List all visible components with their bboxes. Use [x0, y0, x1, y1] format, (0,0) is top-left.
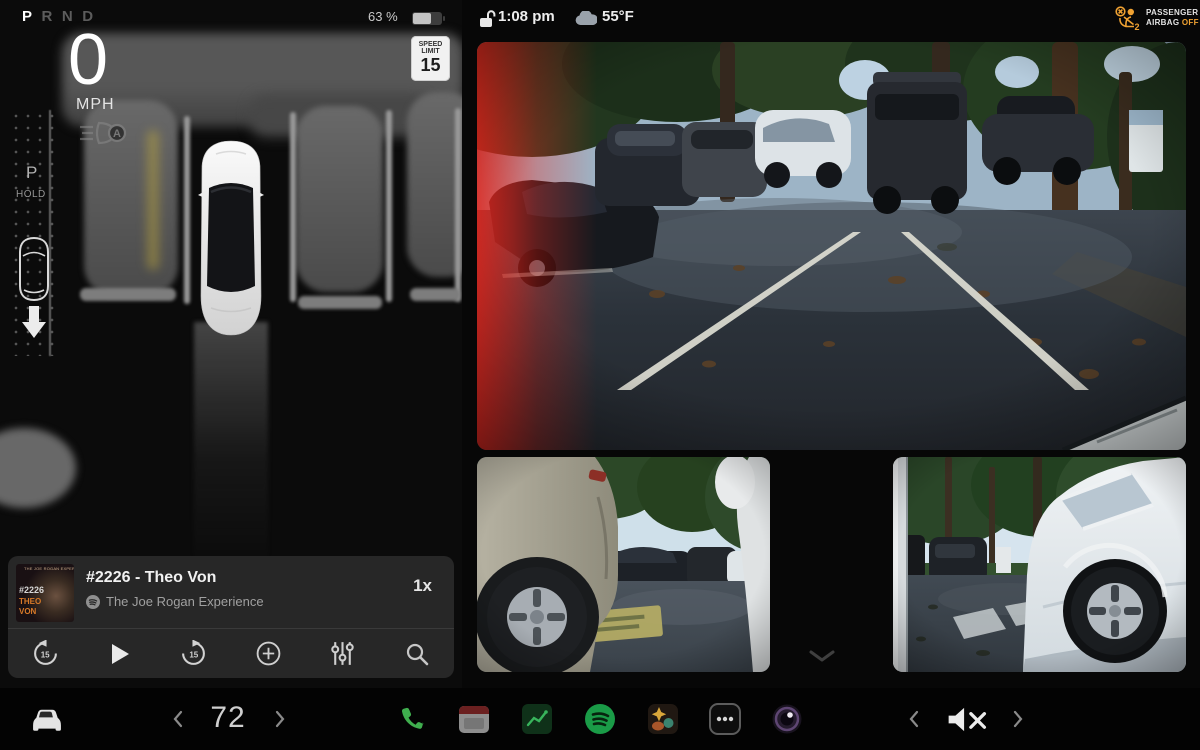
toybox-app-icon[interactable] — [647, 703, 679, 735]
search-icon — [404, 641, 430, 667]
airbag-text-line1: PASSENGER — [1146, 8, 1199, 18]
battery-tip — [443, 16, 445, 21]
volume-muted-button[interactable] — [944, 705, 990, 734]
bottom-dock: 72 — [0, 688, 1200, 750]
speed-limit-label2: LIMIT — [411, 48, 450, 55]
show-row: The Joe Rogan Experience — [86, 594, 264, 609]
viz-proximity-highlight — [147, 130, 159, 270]
stocks-app-icon[interactable] — [521, 703, 553, 735]
media-search-button[interactable] — [380, 629, 454, 678]
cabin-temperature[interactable]: 72 — [196, 701, 260, 735]
hold-label: HOLD — [16, 189, 46, 200]
media-prev-chevron[interactable] — [908, 709, 920, 729]
viz-path-trail — [194, 322, 268, 570]
battery-icon[interactable] — [412, 12, 442, 25]
battery-percent[interactable]: 63 % — [368, 9, 398, 24]
battery-fill — [413, 13, 431, 24]
play-button[interactable] — [82, 629, 156, 678]
album-art-banner: THE JOE ROGAN EXPERIENCE — [24, 566, 74, 571]
gear-r: R — [42, 8, 53, 25]
temp-decrease-chevron[interactable] — [172, 709, 184, 729]
airbag-status: OFF — [1182, 18, 1199, 27]
tesla-infotainment-root: P R N D 63 % 0 MPH A SPEED LIMIT 15 — [0, 0, 1200, 750]
viz-stall-divider — [386, 110, 392, 302]
speed-value: 0 — [68, 24, 108, 96]
weather-cloud-icon — [574, 11, 597, 26]
media-player: THE JOE ROGAN EXPERIENCE #2226 THEO VON … — [8, 556, 454, 678]
cabin-camera-app-icon[interactable] — [771, 703, 803, 735]
plus-circle-icon — [255, 640, 282, 667]
gear-p: P — [22, 8, 33, 25]
viz-wheel-stop — [298, 296, 382, 309]
down-arrow-icon — [22, 306, 46, 338]
viz-stall-divider — [455, 108, 461, 302]
album-art-title2: VON — [19, 607, 36, 616]
equalizer-button[interactable] — [305, 629, 379, 678]
playback-rate-button[interactable]: 1x — [413, 576, 432, 596]
unlocked-icon[interactable] — [478, 9, 496, 28]
airbag-text-line2: AIRBAG — [1146, 18, 1179, 27]
left-repeater-camera-view[interactable] — [477, 457, 770, 672]
media-next-chevron[interactable] — [1012, 709, 1024, 729]
album-art-number: #2226 — [19, 585, 44, 595]
right-repeater-feed — [893, 457, 1186, 672]
viz-nearby-vehicle — [0, 428, 76, 508]
hold-gear-label: P — [26, 163, 37, 183]
equalizer-icon — [329, 640, 356, 667]
temp-increase-chevron[interactable] — [274, 709, 286, 729]
viz-stall-divider — [290, 112, 296, 302]
collapse-cameras-chevron[interactable] — [808, 650, 836, 663]
album-art-title1: THEO — [19, 597, 41, 606]
speed-unit: MPH — [76, 96, 115, 114]
viz-stall-divider — [184, 116, 190, 304]
auto-headlight-icon: A — [78, 118, 130, 148]
car-controls-button[interactable] — [26, 704, 68, 734]
camera-panel: 1:08 pm 55°F 2 PASSENGER AIRBAG — [462, 0, 1200, 688]
speed-limit-label1: SPEED — [411, 41, 450, 48]
clock: 1:08 pm — [498, 8, 555, 25]
show-name: The Joe Rogan Experience — [106, 594, 264, 609]
viz-parked-car — [296, 106, 383, 292]
skip-forward-label: 15 — [189, 650, 198, 659]
media-controls: 15 15 — [8, 629, 454, 678]
svg-text:A: A — [113, 128, 121, 140]
viz-wheel-stop — [80, 288, 176, 301]
viz-parked-car — [407, 92, 462, 277]
rear-camera-view[interactable] — [477, 42, 1186, 450]
right-repeater-camera-view[interactable] — [893, 457, 1186, 672]
outside-temperature: 55°F — [602, 8, 634, 25]
skip-back-label: 15 — [41, 650, 50, 659]
airbag-icon: 2 — [1114, 5, 1141, 31]
passenger-airbag-indicator: 2 PASSENGER AIRBAG OFF — [1114, 5, 1199, 31]
speed-limit-sign: SPEED LIMIT 15 — [411, 36, 450, 81]
track-title: #2226 - Theo Von — [86, 569, 216, 587]
more-apps-button[interactable] — [708, 702, 742, 736]
skip-back-15-button[interactable]: 15 — [8, 629, 82, 678]
own-car-top-view — [192, 138, 270, 338]
add-to-favorites-button[interactable] — [231, 629, 305, 678]
reverse-direction-icon — [12, 234, 56, 340]
skip-forward-15-button[interactable]: 15 — [157, 629, 231, 678]
album-art[interactable]: THE JOE ROGAN EXPERIENCE #2226 THEO VON — [16, 564, 74, 622]
phone-app-icon[interactable] — [398, 703, 430, 735]
calendar-app-icon[interactable] — [458, 703, 490, 735]
spotify-source-icon — [86, 595, 100, 609]
speed-limit-value: 15 — [411, 55, 450, 75]
viz-wheel-stop — [410, 288, 460, 301]
left-repeater-feed — [477, 457, 770, 672]
svg-text:2: 2 — [1134, 22, 1139, 31]
rear-camera-feed — [477, 42, 1186, 450]
spotify-app-icon[interactable] — [584, 703, 616, 735]
play-icon — [107, 642, 131, 666]
